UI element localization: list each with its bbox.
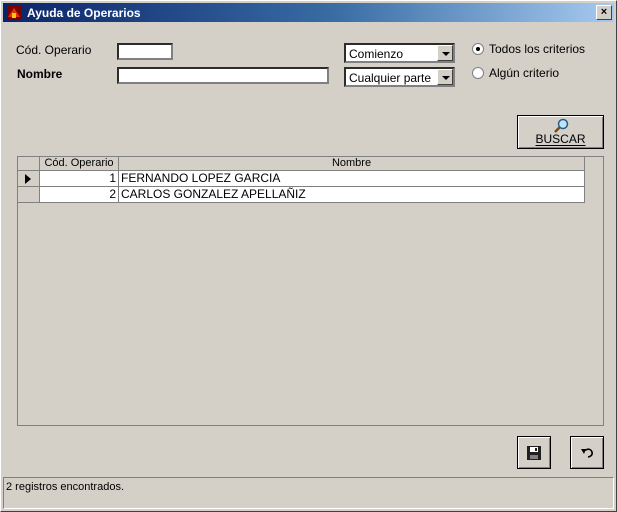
app-icon xyxy=(7,6,21,20)
save-button[interactable] xyxy=(517,436,551,469)
floppy-disk-icon xyxy=(527,446,541,460)
grid-corner xyxy=(18,157,40,171)
radio-algun-criterio-label[interactable]: Algún criterio xyxy=(489,66,559,80)
nombre-label: Nombre xyxy=(17,67,63,81)
table-cell-nombre[interactable]: FERNANDO LOPEZ GARCIA xyxy=(119,171,585,187)
results-grid[interactable]: Cód. Operario Nombre 1 FERNANDO LOPEZ GA… xyxy=(17,156,604,426)
cod-operario-label: Cód. Operario xyxy=(16,43,92,57)
radio-todos-criterios[interactable] xyxy=(472,43,484,55)
row-selector[interactable] xyxy=(18,187,40,203)
nombre-input[interactable] xyxy=(117,67,329,84)
title-bar[interactable]: Ayuda de Operarios × xyxy=(3,3,614,22)
search-button[interactable]: BUSCAR xyxy=(517,115,604,149)
chevron-down-icon[interactable] xyxy=(437,69,453,85)
column-header-nombre[interactable]: Nombre xyxy=(119,157,585,171)
current-row-arrow-icon xyxy=(25,174,31,184)
status-bar: 2 registros encontrados. xyxy=(3,477,614,509)
table-cell-codigo[interactable]: 1 xyxy=(40,171,119,187)
search-button-label: BUSCAR xyxy=(535,132,586,146)
chevron-down-icon[interactable] xyxy=(437,45,453,61)
scope-select[interactable]: Cualquier parte xyxy=(344,67,455,87)
match-mode-value: Comienzo xyxy=(349,47,404,61)
cod-operario-input[interactable] xyxy=(117,43,173,60)
scope-value: Cualquier parte xyxy=(349,71,432,85)
dialog-window: Ayuda de Operarios × Cód. Operario Nombr… xyxy=(0,0,617,512)
undo-arrow-icon xyxy=(581,448,593,458)
window-title: Ayuda de Operarios xyxy=(27,6,141,20)
row-selector-current[interactable] xyxy=(18,171,40,187)
undo-button[interactable] xyxy=(570,436,604,469)
match-mode-select[interactable]: Comienzo xyxy=(344,43,455,63)
radio-algun-criterio[interactable] xyxy=(472,67,484,79)
close-button[interactable]: × xyxy=(596,5,612,20)
table-cell-codigo[interactable]: 2 xyxy=(40,187,119,203)
status-text: 2 registros encontrados. xyxy=(6,481,125,493)
radio-todos-criterios-label[interactable]: Todos los criterios xyxy=(489,42,585,56)
table-cell-nombre[interactable]: CARLOS GONZALEZ APELLAÑIZ xyxy=(119,187,585,203)
column-header-codigo[interactable]: Cód. Operario xyxy=(40,157,119,171)
